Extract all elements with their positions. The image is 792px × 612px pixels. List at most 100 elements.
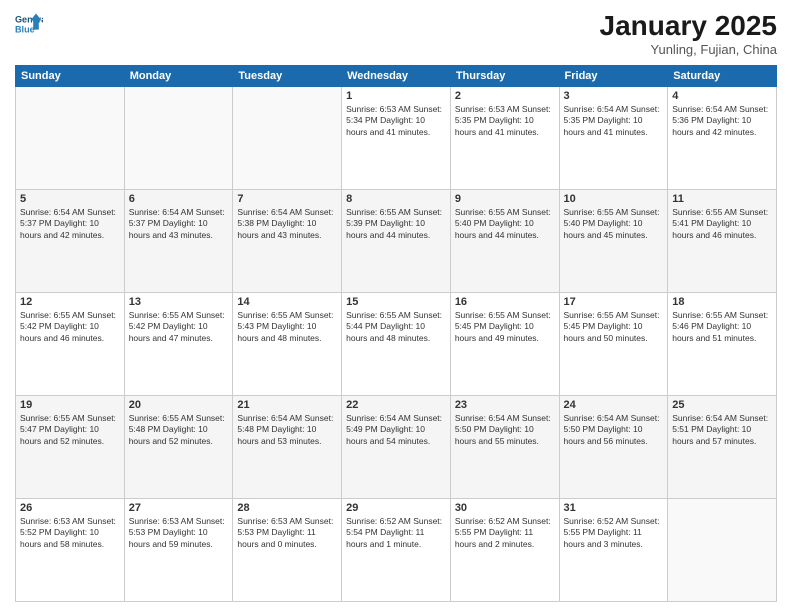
cell-w3-d1: 12 Sunrise: 6:55 AM Sunset: 5:42 PM Dayli…	[16, 293, 125, 396]
day-number: 19	[20, 399, 120, 411]
cell-info: Sunrise: 6:52 AM Sunset: 5:54 PM Dayligh…	[346, 516, 446, 550]
day-number: 1	[346, 90, 446, 102]
cell-w4-d4: 22 Sunrise: 6:54 AM Sunset: 5:49 PM Dayli…	[342, 396, 451, 499]
col-sunday: Sunday	[16, 66, 125, 87]
cell-info: Sunrise: 6:55 AM Sunset: 5:42 PM Dayligh…	[20, 310, 120, 344]
cell-info: Sunrise: 6:54 AM Sunset: 5:50 PM Dayligh…	[564, 413, 664, 447]
week-row-2: 5 Sunrise: 6:54 AM Sunset: 5:37 PM Daylig…	[16, 190, 777, 293]
cell-w1-d6: 3Sunrise: 6:54 AM Sunset: 5:35 PM Daylig…	[559, 87, 668, 190]
cell-w2-d7: 11Sunrise: 6:55 AM Sunset: 5:41 PM Dayli…	[668, 190, 777, 293]
cell-w1-d3	[233, 87, 342, 190]
logo-icon: General Blue	[15, 10, 43, 38]
svg-text:Blue: Blue	[15, 24, 35, 34]
day-number: 27	[129, 502, 229, 514]
cell-info: Sunrise: 6:53 AM Sunset: 5:34 PM Dayligh…	[346, 104, 446, 138]
cell-w4-d6: 24 Sunrise: 6:54 AM Sunset: 5:50 PM Dayli…	[559, 396, 668, 499]
col-wednesday: Wednesday	[342, 66, 451, 87]
col-saturday: Saturday	[668, 66, 777, 87]
cell-info: Sunrise: 6:53 AM Sunset: 5:52 PM Dayligh…	[20, 516, 120, 550]
day-number: 8	[346, 193, 446, 205]
day-number: 11	[672, 193, 772, 205]
week-row-1: 1 Sunrise: 6:53 AM Sunset: 5:34 PM Daylig…	[16, 87, 777, 190]
cell-info: Sunrise: 6:54 AM Sunset: 5:49 PM Dayligh…	[346, 413, 446, 447]
day-number: 5	[20, 193, 120, 205]
day-number: 4	[672, 90, 772, 102]
cell-info: Sunrise: 6:53 AM Sunset: 5:35 PM Dayligh…	[455, 104, 555, 138]
day-number: 17	[564, 296, 664, 308]
cell-w3-d2: 13 Sunrise: 6:55 AM Sunset: 5:42 PM Dayli…	[124, 293, 233, 396]
logo: General Blue	[15, 10, 43, 38]
cell-info: Sunrise: 6:54 AM Sunset: 5:51 PM Dayligh…	[672, 413, 772, 447]
calendar-header-row: Sunday Monday Tuesday Wednesday Thursday…	[16, 66, 777, 87]
cell-w1-d2	[124, 87, 233, 190]
cell-info: Sunrise: 6:54 AM Sunset: 5:37 PM Dayligh…	[20, 207, 120, 241]
cell-w5-d3: 28 Sunrise: 6:53 AM Sunset: 5:53 PM Dayli…	[233, 499, 342, 602]
col-tuesday: Tuesday	[233, 66, 342, 87]
title-block: January 2025 Yunling, Fujian, China	[600, 10, 777, 57]
cell-w2-d1: 5 Sunrise: 6:54 AM Sunset: 5:37 PM Daylig…	[16, 190, 125, 293]
day-number: 28	[237, 502, 337, 514]
cell-info: Sunrise: 6:54 AM Sunset: 5:48 PM Dayligh…	[237, 413, 337, 447]
day-number: 13	[129, 296, 229, 308]
cell-w5-d7	[668, 499, 777, 602]
cell-w4-d7: 25Sunrise: 6:54 AM Sunset: 5:51 PM Dayli…	[668, 396, 777, 499]
day-number: 2	[455, 90, 555, 102]
cell-info: Sunrise: 6:53 AM Sunset: 5:53 PM Dayligh…	[129, 516, 229, 550]
cell-info: Sunrise: 6:55 AM Sunset: 5:47 PM Dayligh…	[20, 413, 120, 447]
cell-w4-d1: 19 Sunrise: 6:55 AM Sunset: 5:47 PM Dayli…	[16, 396, 125, 499]
page: General Blue January 2025 Yunling, Fujia…	[0, 0, 792, 612]
cell-w4-d5: 23 Sunrise: 6:54 AM Sunset: 5:50 PM Dayli…	[450, 396, 559, 499]
day-number: 22	[346, 399, 446, 411]
cell-info: Sunrise: 6:53 AM Sunset: 5:53 PM Dayligh…	[237, 516, 337, 550]
week-row-4: 19 Sunrise: 6:55 AM Sunset: 5:47 PM Dayli…	[16, 396, 777, 499]
day-number: 26	[20, 502, 120, 514]
col-thursday: Thursday	[450, 66, 559, 87]
cell-w3-d3: 14Sunrise: 6:55 AM Sunset: 5:43 PM Dayli…	[233, 293, 342, 396]
day-number: 14	[237, 296, 337, 308]
day-number: 18	[672, 296, 772, 308]
cell-w5-d5: 30Sunrise: 6:52 AM Sunset: 5:55 PM Dayli…	[450, 499, 559, 602]
subtitle: Yunling, Fujian, China	[600, 42, 777, 57]
day-number: 9	[455, 193, 555, 205]
day-number: 29	[346, 502, 446, 514]
cell-info: Sunrise: 6:52 AM Sunset: 5:55 PM Dayligh…	[455, 516, 555, 550]
day-number: 6	[129, 193, 229, 205]
col-monday: Monday	[124, 66, 233, 87]
day-number: 23	[455, 399, 555, 411]
day-number: 10	[564, 193, 664, 205]
day-number: 7	[237, 193, 337, 205]
cell-w2-d3: 7 Sunrise: 6:54 AM Sunset: 5:38 PM Daylig…	[233, 190, 342, 293]
cell-info: Sunrise: 6:55 AM Sunset: 5:42 PM Dayligh…	[129, 310, 229, 344]
cell-w2-d4: 8 Sunrise: 6:55 AM Sunset: 5:39 PM Daylig…	[342, 190, 451, 293]
cell-w5-d6: 31 Sunrise: 6:52 AM Sunset: 5:55 PM Dayli…	[559, 499, 668, 602]
cell-info: Sunrise: 6:55 AM Sunset: 5:40 PM Dayligh…	[564, 207, 664, 241]
month-title: January 2025	[600, 10, 777, 42]
day-number: 31	[564, 502, 664, 514]
header: General Blue January 2025 Yunling, Fujia…	[15, 10, 777, 57]
cell-info: Sunrise: 6:54 AM Sunset: 5:38 PM Dayligh…	[237, 207, 337, 241]
cell-info: Sunrise: 6:55 AM Sunset: 5:39 PM Dayligh…	[346, 207, 446, 241]
cell-info: Sunrise: 6:52 AM Sunset: 5:55 PM Dayligh…	[564, 516, 664, 550]
day-number: 24	[564, 399, 664, 411]
cell-w2-d5: 9Sunrise: 6:55 AM Sunset: 5:40 PM Daylig…	[450, 190, 559, 293]
cell-info: Sunrise: 6:55 AM Sunset: 5:45 PM Dayligh…	[564, 310, 664, 344]
cell-info: Sunrise: 6:55 AM Sunset: 5:45 PM Dayligh…	[455, 310, 555, 344]
cell-w1-d7: 4 Sunrise: 6:54 AM Sunset: 5:36 PM Daylig…	[668, 87, 777, 190]
cell-w4-d3: 21Sunrise: 6:54 AM Sunset: 5:48 PM Dayli…	[233, 396, 342, 499]
cell-info: Sunrise: 6:54 AM Sunset: 5:50 PM Dayligh…	[455, 413, 555, 447]
cell-w1-d1	[16, 87, 125, 190]
calendar-table: Sunday Monday Tuesday Wednesday Thursday…	[15, 65, 777, 602]
cell-info: Sunrise: 6:54 AM Sunset: 5:37 PM Dayligh…	[129, 207, 229, 241]
day-number: 15	[346, 296, 446, 308]
cell-w1-d5: 2 Sunrise: 6:53 AM Sunset: 5:35 PM Daylig…	[450, 87, 559, 190]
day-number: 12	[20, 296, 120, 308]
cell-info: Sunrise: 6:54 AM Sunset: 5:36 PM Dayligh…	[672, 104, 772, 138]
day-number: 20	[129, 399, 229, 411]
week-row-3: 12 Sunrise: 6:55 AM Sunset: 5:42 PM Dayli…	[16, 293, 777, 396]
cell-w4-d2: 20Sunrise: 6:55 AM Sunset: 5:48 PM Dayli…	[124, 396, 233, 499]
col-friday: Friday	[559, 66, 668, 87]
cell-w3-d5: 16Sunrise: 6:55 AM Sunset: 5:45 PM Dayli…	[450, 293, 559, 396]
cell-info: Sunrise: 6:55 AM Sunset: 5:46 PM Dayligh…	[672, 310, 772, 344]
cell-w3-d6: 17 Sunrise: 6:55 AM Sunset: 5:45 PM Dayli…	[559, 293, 668, 396]
cell-w2-d2: 6 Sunrise: 6:54 AM Sunset: 5:37 PM Daylig…	[124, 190, 233, 293]
